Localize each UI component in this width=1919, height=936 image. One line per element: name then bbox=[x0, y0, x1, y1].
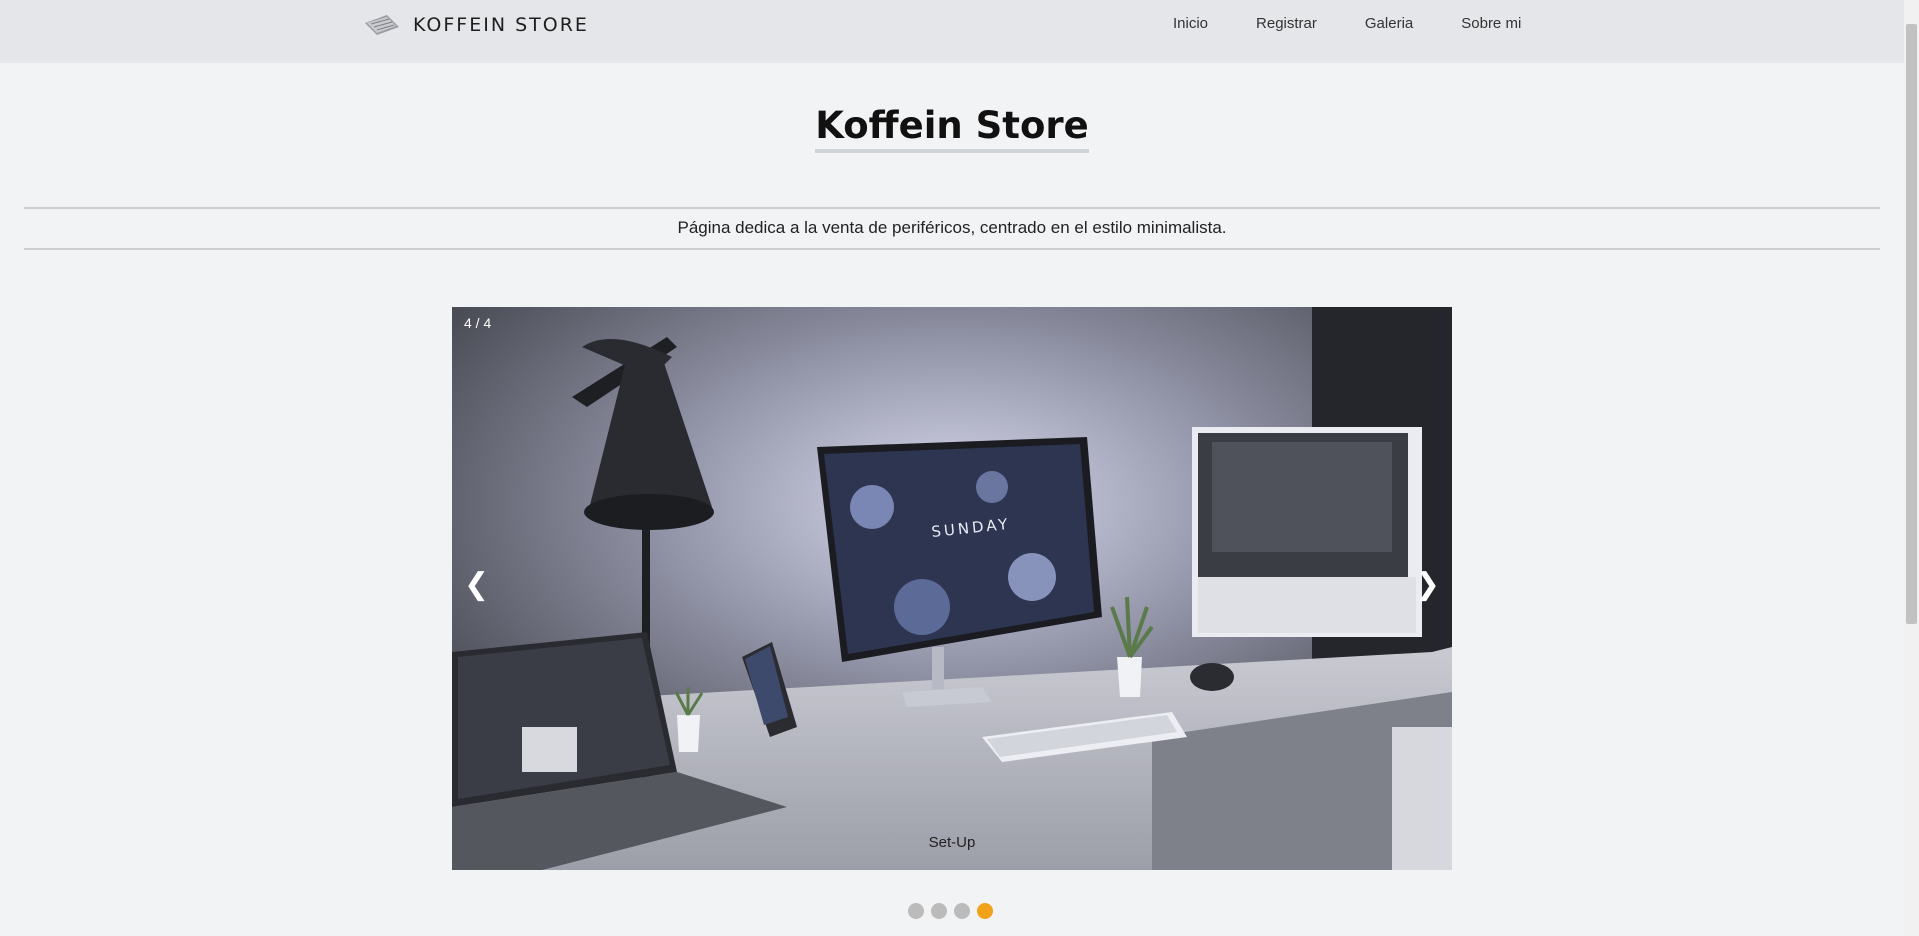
nav-galeria[interactable]: Galeria bbox=[1365, 15, 1413, 32]
slide-dot-3[interactable] bbox=[954, 903, 970, 919]
divider-bottom bbox=[24, 248, 1880, 250]
page-title-wrap: Koffein Store bbox=[0, 104, 1904, 153]
slide-dot-2[interactable] bbox=[931, 903, 947, 919]
slideshow: SUNDAY 4 / 4 ❮ ❯ Set-Up bbox=[452, 307, 1452, 870]
page-title: Koffein Store bbox=[815, 104, 1089, 153]
header: KOFFEIN STORE Inicio Registrar Galeria S… bbox=[0, 0, 1904, 63]
page-subtitle: Página dedica a la venta de periféricos,… bbox=[677, 218, 1227, 237]
slide-dots bbox=[908, 903, 993, 919]
slide-dot-1[interactable] bbox=[908, 903, 924, 919]
prev-slide-button[interactable]: ❮ bbox=[464, 567, 489, 602]
keyboard-icon bbox=[365, 15, 399, 35]
main-nav: Inicio Registrar Galeria Sobre mi bbox=[1173, 15, 1569, 32]
nav-inicio[interactable]: Inicio bbox=[1173, 15, 1208, 32]
scrollbar[interactable] bbox=[1904, 0, 1919, 936]
slide-caption: Set-Up bbox=[928, 834, 976, 851]
divider-top bbox=[24, 207, 1880, 209]
slide-dot-4[interactable] bbox=[977, 903, 993, 919]
nav-registrar[interactable]: Registrar bbox=[1256, 15, 1317, 32]
slide-image: SUNDAY bbox=[452, 307, 1452, 870]
slide-counter: 4 / 4 bbox=[464, 315, 492, 331]
scrollbar-thumb[interactable] bbox=[1906, 24, 1917, 624]
nav-sobre-mi[interactable]: Sobre mi bbox=[1461, 15, 1521, 32]
brand-name: KOFFEIN STORE bbox=[413, 14, 589, 36]
next-slide-button[interactable]: ❯ bbox=[1415, 567, 1440, 602]
brand[interactable]: KOFFEIN STORE bbox=[363, 13, 589, 37]
